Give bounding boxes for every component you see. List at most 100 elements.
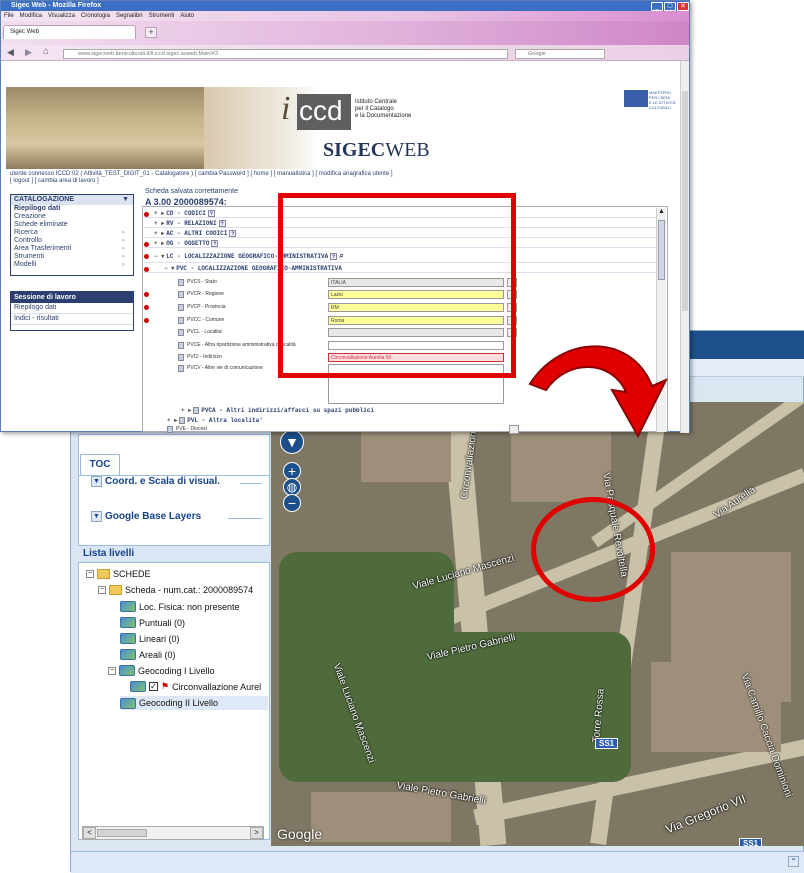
url-bar[interactable]: www.sigecweb.beniculturali.it/it.iccd.si…: [63, 49, 508, 59]
tree-label: Loc. Fisica: non presente: [139, 601, 240, 612]
tab-toc[interactable]: TOC: [80, 454, 120, 475]
user-line[interactable]: utente connesso ICCD 02 ( Attività_TEST_…: [10, 171, 670, 178]
expand-icon[interactable]: + ▸: [154, 219, 164, 228]
divider: [228, 518, 262, 519]
section-coord-label: Coord. e Scala di visual.: [105, 476, 221, 487]
layer-list-header: Lista livelli: [78, 545, 270, 563]
field-label: PVCR - Regione: [187, 291, 224, 297]
section-google-base[interactable]: ▼ Google Base Layers: [91, 511, 201, 522]
menu-item-label: Strumenti: [14, 253, 44, 260]
scroll-right-icon[interactable]: >: [250, 827, 263, 839]
pan-control-icon[interactable]: ▼: [280, 430, 304, 454]
tree-layer-geocoding-2[interactable]: Geocoding II Livello: [120, 696, 268, 710]
toc-horizontal-scrollbar[interactable]: < >: [82, 826, 264, 840]
submenu-arrow-icon: »: [121, 230, 125, 236]
session-menu: Sessione di lavoro Riepilogo dati Indici…: [10, 291, 134, 331]
expand-icon[interactable]: + ▸: [167, 416, 177, 425]
scroll-thumb[interactable]: [97, 829, 147, 837]
layer-visibility-checkbox[interactable]: ✓: [149, 682, 158, 691]
tree-layer-loc[interactable]: Loc. Fisica: non presente: [120, 601, 240, 612]
menu-item-modelli[interactable]: Modelli »: [11, 261, 133, 269]
menu-aiuto[interactable]: Aiuto: [180, 11, 194, 21]
user-line-2[interactable]: [ logout ] [ cambia area di lavoro ]: [10, 178, 670, 185]
chevron-down-icon[interactable]: ▼: [91, 511, 102, 522]
tree-label: Geocoding II Livello: [139, 698, 219, 708]
tree-node-scheda[interactable]: − Scheda - num.cat.: 2000089574: [98, 585, 253, 595]
section-pvl[interactable]: + ▸ PVL - Altra localita': [167, 416, 367, 425]
menu-segnalibri[interactable]: Segnalibri: [116, 11, 143, 21]
menu-item-strumenti[interactable]: Strumenti »: [11, 253, 133, 261]
menu-cronologia[interactable]: Cronologia: [81, 11, 110, 21]
divider: [240, 483, 262, 484]
session-item-indici[interactable]: Indici - risultati: [11, 314, 133, 325]
building-block: [311, 792, 451, 842]
menu-modifica[interactable]: Modifica: [20, 11, 42, 21]
menu-item-area-trasferimenti[interactable]: Area Trasferimenti »: [11, 245, 133, 253]
section-coord[interactable]: ▼ Coord. e Scala di visual.: [91, 476, 220, 487]
expand-icon[interactable]: + ▸: [154, 239, 164, 248]
section-google-label: Google Base Layers: [105, 511, 202, 522]
help-icon[interactable]: ?: [207, 209, 215, 217]
menu-item-ricerca[interactable]: Ricerca »: [11, 229, 133, 237]
collapse-icon[interactable]: −: [108, 666, 116, 675]
help-icon[interactable]: ?: [229, 229, 237, 237]
expand-icon[interactable]: + ▸: [181, 406, 191, 415]
menu-visualizza[interactable]: Visualizza: [48, 11, 75, 21]
session-item-riepilogo[interactable]: Riepilogo dati: [11, 303, 133, 314]
menu-item-controllo[interactable]: Controllo »: [11, 237, 133, 245]
document-icon: [178, 328, 184, 336]
submenu-arrow-icon: »: [121, 238, 125, 244]
scroll-left-icon[interactable]: <: [83, 827, 96, 839]
dropdown-arrow-icon[interactable]: ▼: [122, 195, 129, 205]
required-marker: [144, 292, 149, 297]
menu-item-riepilogo[interactable]: Riepilogo dati: [11, 205, 133, 213]
section-label: PVL - Altra localita': [187, 417, 263, 424]
menu-strumenti[interactable]: Strumenti: [149, 11, 175, 21]
minimize-icon[interactable]: _: [651, 2, 663, 11]
collapse-icon[interactable]: − ▾: [154, 252, 164, 261]
collapse-icon[interactable]: −: [98, 586, 106, 594]
home-icon[interactable]: ⌂: [43, 46, 49, 57]
layer-icon: [120, 601, 136, 612]
field-label: PVCP - Provincia: [187, 304, 226, 310]
collapse-footer-icon[interactable]: ⌃: [788, 856, 799, 867]
tree-layer-puntuali[interactable]: Puntuali (0): [120, 617, 185, 628]
maximize-icon[interactable]: □: [664, 2, 676, 11]
new-tab-icon[interactable]: +: [145, 27, 157, 38]
layer-icon: [130, 681, 146, 692]
page-vertical-scrollbar[interactable]: [680, 61, 689, 433]
tree-layer-circonvallazione[interactable]: ✓ ⚑ Circonvallazione Aurel: [130, 681, 261, 692]
chevron-down-icon[interactable]: ▼: [91, 476, 102, 487]
tab-sigec-web[interactable]: Sigec Web: [3, 25, 136, 39]
tree-node-schede[interactable]: − SCHEDE: [86, 569, 151, 579]
menu-item-creazione[interactable]: Creazione: [11, 213, 133, 221]
back-icon[interactable]: ◀: [7, 47, 14, 58]
lookup-button[interactable]: [509, 425, 519, 434]
road-shield: SS1: [595, 738, 619, 749]
help-icon[interactable]: ?: [218, 219, 226, 227]
catalogazione-menu: CATALOGAZIONE ▼ Riepilogo dati Creazione …: [10, 194, 134, 276]
collapse-icon[interactable]: −: [86, 570, 94, 578]
section-label: RV - RELAZIONI: [166, 219, 217, 227]
menu-header[interactable]: CATALOGAZIONE ▼: [11, 195, 133, 205]
menu-item-schede-eliminate[interactable]: Schede eliminate: [11, 221, 133, 229]
menu-file[interactable]: File: [4, 11, 14, 21]
scroll-thumb[interactable]: [658, 220, 665, 280]
document-icon: [178, 353, 184, 361]
help-icon[interactable]: ?: [211, 239, 219, 247]
menu-item-label: Ricerca: [14, 229, 38, 236]
tab-bar: Sigec Web +: [1, 21, 689, 45]
expand-icon[interactable]: + ▸: [154, 229, 164, 238]
scroll-up-icon[interactable]: ▲: [658, 208, 665, 215]
institute-line: Istituto Centrale: [355, 99, 398, 105]
collapse-icon[interactable]: − ▾: [164, 264, 174, 273]
expand-icon[interactable]: + ▸: [154, 209, 164, 218]
forward-icon[interactable]: ▶: [25, 47, 32, 58]
search-bar[interactable]: Google: [515, 49, 605, 59]
close-icon[interactable]: ✕: [677, 2, 689, 11]
zoom-out-icon[interactable]: −: [283, 494, 301, 512]
scroll-thumb[interactable]: [682, 91, 688, 311]
tree-layer-lineari[interactable]: Lineari (0): [120, 633, 180, 644]
tree-layer-geocoding-1[interactable]: − Geocoding I Livello: [108, 665, 215, 676]
tree-layer-areali[interactable]: Areali (0): [120, 649, 176, 660]
